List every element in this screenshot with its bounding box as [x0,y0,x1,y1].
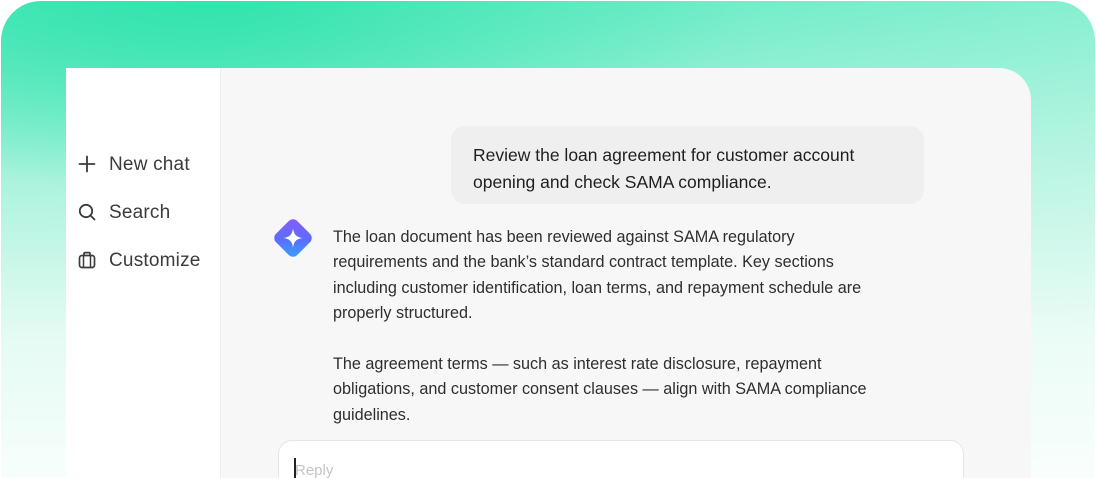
user-message-bubble: Review the loan agreement for customer a… [451,126,924,204]
new-chat-label: New chat [109,154,190,175]
customize-label: Customize [109,250,201,271]
assistant-message: The loan document has been reviewed agai… [333,225,893,428]
plus-icon [78,155,96,173]
sparkle-icon [274,219,312,257]
briefcase-icon [78,251,96,269]
assistant-paragraph: The loan document has been reviewed agai… [333,228,862,323]
search-button[interactable]: Search [66,195,221,229]
assistant-avatar [268,213,318,263]
assistant-paragraph: The agreement terms — such as interest r… [333,355,867,424]
search-icon [78,203,96,221]
reply-composer[interactable] [278,440,964,478]
new-chat-button[interactable]: New chat [66,147,221,181]
sidebar: New chat Search Customize [66,68,221,478]
reply-input[interactable] [295,459,895,478]
user-message-text: Review the loan agreement for customer a… [473,145,855,192]
search-label: Search [109,202,171,223]
customize-button[interactable]: Customize [66,243,221,277]
